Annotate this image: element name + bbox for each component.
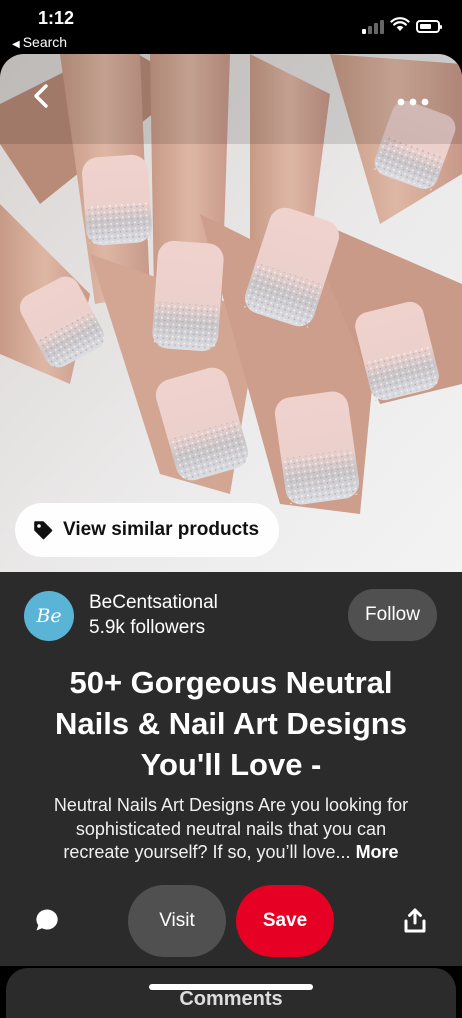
- more-link[interactable]: More: [356, 842, 399, 862]
- view-similar-products-label: View similar products: [63, 519, 260, 540]
- view-similar-products-button[interactable]: View similar products: [15, 503, 279, 557]
- pin-title-line: Nails & Nail Art Designs: [54, 706, 407, 741]
- pin-closeup-card: View similar products Be BeCentsational …: [0, 54, 462, 966]
- pin-title-line: 50+ Gorgeous Neutral: [69, 665, 393, 700]
- avatar-monogram: Be: [36, 605, 62, 627]
- battery-icon: [416, 20, 442, 33]
- action-bar: Visit Save: [0, 882, 462, 962]
- follower-count: 5.9k followers: [89, 617, 206, 638]
- back-chevron-icon[interactable]: [28, 80, 56, 112]
- back-to-search-link[interactable]: ◀ Search: [12, 34, 67, 50]
- wifi-icon: [390, 17, 410, 31]
- follow-button[interactable]: Follow: [348, 589, 437, 641]
- pin-title-line: You'll Love -: [140, 747, 322, 782]
- pin-title: 50+ Gorgeous Neutral Nails & Nail Art De…: [10, 662, 452, 785]
- more-options-icon[interactable]: [396, 96, 430, 108]
- description-line: sophisticated neutral nails that you can: [75, 818, 387, 839]
- description-line: Neutral Nails Art Designs Are you lookin…: [53, 795, 409, 815]
- tag-icon: [34, 521, 53, 540]
- comments-sheet[interactable]: Comments: [6, 968, 456, 1018]
- nails-photo-illustration: [0, 54, 462, 572]
- pin-description: Neutral Nails Art Designs Are you lookin…: [12, 794, 450, 865]
- description-line-last: recreate yourself? If so, you’ll love...…: [12, 841, 450, 865]
- status-time: 1:12: [38, 8, 75, 28]
- comment-icon[interactable]: [34, 907, 60, 933]
- back-arrow-icon: ◀: [12, 39, 20, 50]
- back-app-label: Search: [22, 34, 68, 50]
- visit-button[interactable]: Visit: [128, 885, 226, 957]
- status-bar: 1:12 ◀ Search: [0, 0, 462, 54]
- creator-row: Be BeCentsational 5.9k followers Follow: [24, 589, 444, 641]
- creator-avatar[interactable]: Be: [24, 591, 74, 641]
- creator-name[interactable]: BeCentsational: [89, 592, 218, 614]
- share-icon[interactable]: [403, 908, 427, 934]
- home-indicator[interactable]: [149, 984, 313, 990]
- description-text: recreate yourself? If so, you’ll love...: [63, 842, 351, 862]
- cellular-signal-icon: [362, 20, 384, 34]
- save-button[interactable]: Save: [236, 885, 334, 957]
- pin-image[interactable]: View similar products: [0, 54, 462, 572]
